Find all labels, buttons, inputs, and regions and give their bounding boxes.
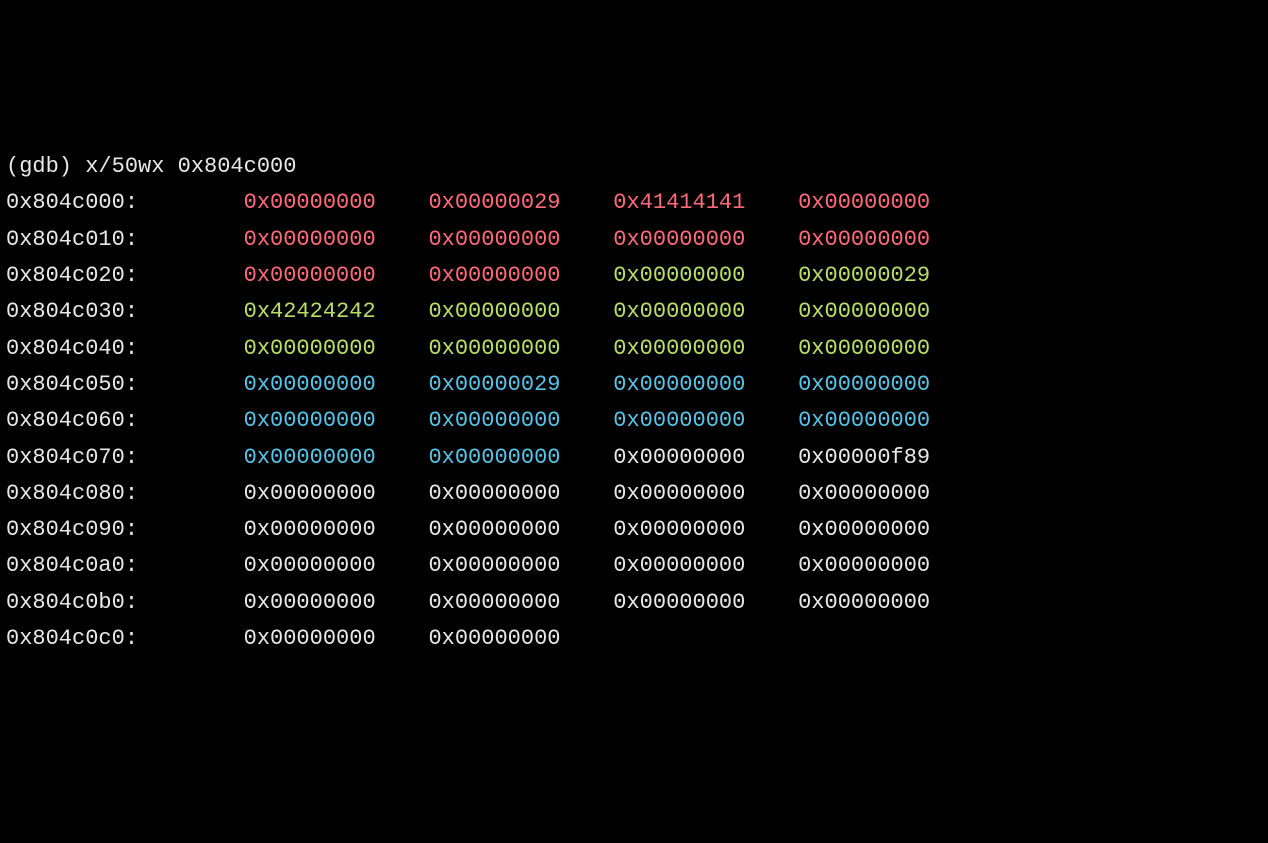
memory-word: 0x00000000 [798,585,983,621]
memory-word: 0x00000029 [428,367,613,403]
memory-address: 0x804c090: [6,512,244,548]
memory-row: 0x804c0c0:0x000000000x00000000 [6,621,1262,657]
memory-address: 0x804c070: [6,440,244,476]
memory-word: 0x00000000 [244,548,429,584]
memory-word: 0x00000000 [244,585,429,621]
memory-row: 0x804c040:0x000000000x000000000x00000000… [6,331,1262,367]
memory-word: 0x00000000 [244,185,429,221]
memory-word: 0x00000000 [428,403,613,439]
memory-row: 0x804c030:0x424242420x000000000x00000000… [6,294,1262,330]
memory-word: 0x00000000 [244,440,429,476]
memory-word: 0x00000000 [428,331,613,367]
memory-word: 0x00000000 [798,403,983,439]
memory-word: 0x00000000 [428,294,613,330]
memory-address: 0x804c040: [6,331,244,367]
memory-word: 0x00000000 [428,440,613,476]
memory-word: 0x00000000 [428,512,613,548]
memory-word: 0x00000000 [613,367,798,403]
memory-word: 0x00000000 [244,621,429,657]
memory-word: 0x00000000 [244,512,429,548]
memory-row: 0x804c0b0:0x000000000x000000000x00000000… [6,585,1262,621]
memory-word: 0x00000000 [613,476,798,512]
memory-address: 0x804c0a0: [6,548,244,584]
memory-word: 0x00000000 [613,331,798,367]
memory-word: 0x00000f89 [798,440,983,476]
gdb-prompt-line: (gdb) x/50wx 0x804c000 [6,149,1262,185]
memory-word: 0x00000000 [798,476,983,512]
memory-word: 0x00000000 [428,258,613,294]
memory-word: 0x00000000 [244,403,429,439]
memory-address: 0x804c060: [6,403,244,439]
memory-word: 0x00000000 [613,258,798,294]
memory-word: 0x00000029 [428,185,613,221]
memory-address: 0x804c050: [6,367,244,403]
memory-word: 0x00000000 [244,367,429,403]
memory-word: 0x00000000 [613,440,798,476]
gdb-terminal-output[interactable]: (gdb) x/50wx 0x804c0000x804c000:0x000000… [6,149,1262,657]
memory-word: 0x00000000 [798,331,983,367]
memory-row: 0x804c090:0x000000000x000000000x00000000… [6,512,1262,548]
memory-address: 0x804c000: [6,185,244,221]
memory-word: 0x00000000 [613,294,798,330]
memory-address: 0x804c030: [6,294,244,330]
memory-word: 0x00000000 [428,585,613,621]
memory-address: 0x804c010: [6,222,244,258]
memory-word: 0x00000000 [428,222,613,258]
memory-word: 0x00000000 [244,222,429,258]
memory-word: 0x00000000 [244,331,429,367]
memory-word: 0x00000000 [613,512,798,548]
memory-row: 0x804c010:0x000000000x000000000x00000000… [6,222,1262,258]
memory-word: 0x00000000 [798,185,983,221]
memory-address: 0x804c080: [6,476,244,512]
memory-row: 0x804c020:0x000000000x000000000x00000000… [6,258,1262,294]
memory-word: 0x00000000 [244,476,429,512]
memory-word: 0x00000000 [613,585,798,621]
memory-row: 0x804c080:0x000000000x000000000x00000000… [6,476,1262,512]
memory-word: 0x41414141 [613,185,798,221]
memory-word: 0x00000029 [798,258,983,294]
memory-address: 0x804c020: [6,258,244,294]
memory-word: 0x42424242 [244,294,429,330]
memory-word: 0x00000000 [613,403,798,439]
memory-address: 0x804c0b0: [6,585,244,621]
memory-word: 0x00000000 [428,476,613,512]
memory-word: 0x00000000 [798,512,983,548]
memory-word: 0x00000000 [798,222,983,258]
memory-address: 0x804c0c0: [6,621,244,657]
memory-word: 0x00000000 [798,294,983,330]
memory-row: 0x804c000:0x000000000x000000290x41414141… [6,185,1262,221]
memory-word: 0x00000000 [613,222,798,258]
memory-word: 0x00000000 [428,621,613,657]
memory-row: 0x804c050:0x000000000x000000290x00000000… [6,367,1262,403]
memory-word: 0x00000000 [428,548,613,584]
memory-word: 0x00000000 [798,548,983,584]
memory-word: 0x00000000 [244,258,429,294]
memory-row: 0x804c070:0x000000000x000000000x00000000… [6,440,1262,476]
memory-word: 0x00000000 [613,548,798,584]
memory-row: 0x804c0a0:0x000000000x000000000x00000000… [6,548,1262,584]
memory-word: 0x00000000 [798,367,983,403]
memory-row: 0x804c060:0x000000000x000000000x00000000… [6,403,1262,439]
